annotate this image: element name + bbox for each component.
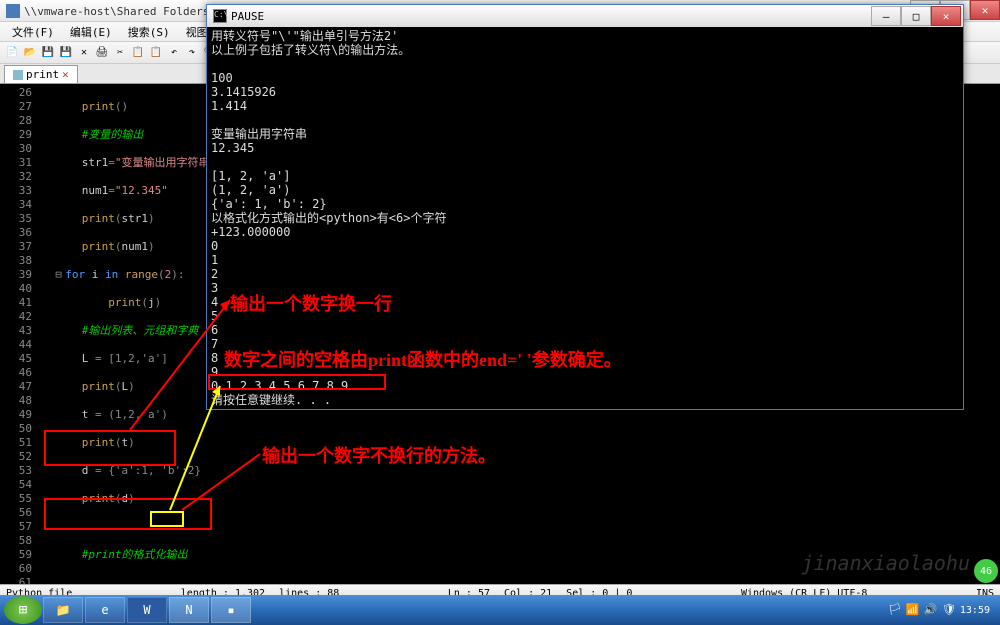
watermark: jinanxiaolaohu bbox=[801, 551, 970, 575]
undo-icon[interactable]: ↶ bbox=[166, 45, 182, 61]
console-minimize-button[interactable]: — bbox=[871, 6, 901, 26]
tray-network-icon[interactable]: 📶 bbox=[906, 603, 920, 617]
console-maximize-button[interactable]: □ bbox=[901, 6, 931, 26]
paste-icon[interactable]: 📋 bbox=[148, 45, 164, 61]
console-title: PAUSE bbox=[231, 10, 264, 23]
annotation-1: 输出一个数字换一行 bbox=[230, 290, 392, 316]
menu-edit[interactable]: 编辑(E) bbox=[62, 22, 120, 41]
system-tray[interactable]: 🏳 📶 🔊 🛡 13:59 bbox=[888, 603, 996, 617]
annotation-3: 输出一个数字不换行的方法。 bbox=[262, 442, 496, 468]
cut-icon[interactable]: ✂ bbox=[112, 45, 128, 61]
tray-flag-icon[interactable]: 🏳 bbox=[888, 603, 902, 617]
console-titlebar[interactable]: C:\ PAUSE — □ ✕ bbox=[207, 5, 963, 27]
close-icon[interactable]: ✕ bbox=[76, 45, 92, 61]
taskbar-explorer-icon[interactable]: 📁 bbox=[43, 597, 83, 623]
redo-icon[interactable]: ↷ bbox=[184, 45, 200, 61]
print-icon[interactable]: 🖨 bbox=[94, 45, 110, 61]
tray-shield-icon[interactable]: 🛡 bbox=[942, 603, 956, 617]
save-all-icon[interactable]: 💾 bbox=[58, 45, 74, 61]
tab-close-icon[interactable]: ✕ bbox=[62, 68, 69, 81]
taskbar-ie-icon[interactable]: e bbox=[85, 597, 125, 623]
line-gutter: 26 27 28 29 30 31 32 33 34 35 36 37 38 3… bbox=[0, 84, 38, 584]
annotation-2: 数字之间的空格由print函数中的end=' '参数确定。 bbox=[224, 346, 622, 372]
tab-print[interactable]: print ✕ bbox=[4, 65, 78, 83]
copy-icon[interactable]: 📋 bbox=[130, 45, 146, 61]
open-file-icon[interactable]: 📂 bbox=[22, 45, 38, 61]
taskbar-notepadpp-icon[interactable]: N bbox=[169, 597, 209, 623]
console-icon: C:\ bbox=[213, 9, 227, 23]
app-icon bbox=[6, 4, 20, 18]
tray-volume-icon[interactable]: 🔊 bbox=[924, 603, 938, 617]
start-button[interactable]: ⊞ bbox=[4, 596, 42, 624]
close-button[interactable]: ✕ bbox=[970, 0, 1000, 20]
menu-search[interactable]: 搜索(S) bbox=[120, 22, 178, 41]
taskbar-word-icon[interactable]: W bbox=[127, 597, 167, 623]
menu-file[interactable]: 文件(F) bbox=[4, 22, 62, 41]
new-file-icon[interactable]: 📄 bbox=[4, 45, 20, 61]
file-type-icon bbox=[13, 70, 23, 80]
notification-badge[interactable]: 46 bbox=[974, 559, 998, 583]
tray-clock[interactable]: 13:59 bbox=[960, 605, 990, 616]
windows-taskbar[interactable]: ⊞ 📁 e W N ▪ 🏳 📶 🔊 🛡 13:59 bbox=[0, 595, 1000, 625]
arrow-3 bbox=[176, 448, 266, 518]
console-close-button[interactable]: ✕ bbox=[931, 6, 961, 26]
tab-label: print bbox=[26, 68, 59, 81]
save-icon[interactable]: 💾 bbox=[40, 45, 56, 61]
taskbar-cmd-icon[interactable]: ▪ bbox=[211, 597, 251, 623]
